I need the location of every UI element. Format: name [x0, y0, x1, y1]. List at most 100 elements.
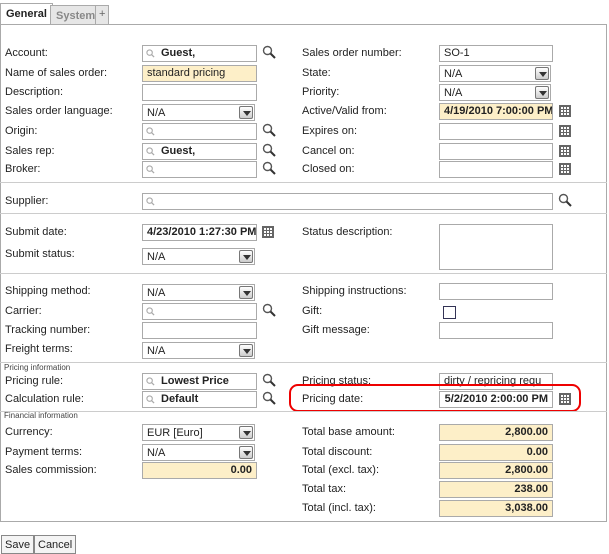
priority-label: Priority:	[302, 86, 340, 98]
calendar-icon[interactable]	[559, 145, 571, 157]
highlight-annotation	[289, 384, 581, 412]
closed-on-label: Closed on:	[302, 163, 355, 175]
chevron-down-icon	[239, 286, 253, 299]
order-number-label: Sales order number:	[302, 47, 402, 59]
freight-terms-select[interactable]: N/A	[142, 342, 255, 359]
order-number-field[interactable]: SO-1	[439, 45, 553, 62]
search-icon	[146, 307, 155, 316]
submit-date-field[interactable]: 4/23/2010 1:27:30 PM	[142, 224, 257, 241]
total-incl-label: Total (incl. tax):	[302, 502, 376, 514]
account-search-icon[interactable]	[262, 45, 276, 59]
total-tax-label: Total tax:	[302, 483, 347, 495]
closed-on-field[interactable]	[439, 161, 553, 178]
supplier-field[interactable]	[142, 193, 553, 210]
total-base-field: 2,800.00	[439, 424, 553, 441]
calendar-icon[interactable]	[262, 226, 274, 238]
submit-status-label: Submit status:	[5, 248, 75, 260]
add-tab-button[interactable]: +	[95, 5, 110, 25]
origin-label: Origin:	[5, 125, 38, 137]
carrier-field[interactable]	[142, 303, 257, 320]
status-description-field[interactable]	[439, 224, 553, 270]
tab-general[interactable]: General	[0, 3, 53, 26]
gift-message-field[interactable]	[439, 322, 553, 339]
commission-label: Sales commission:	[5, 464, 97, 476]
sales-rep-field[interactable]: Guest,	[142, 143, 257, 160]
chevron-down-icon	[239, 446, 253, 459]
account-label: Account:	[5, 47, 48, 59]
broker-search-icon[interactable]	[262, 161, 276, 175]
active-from-field[interactable]: 4/19/2010 7:00:00 PM	[439, 103, 553, 120]
search-icon	[146, 377, 155, 386]
chevron-down-icon	[535, 86, 549, 99]
payment-terms-select[interactable]: N/A	[142, 444, 255, 461]
tracking-field[interactable]	[142, 322, 257, 339]
search-icon	[146, 197, 155, 206]
calculation-rule-field[interactable]: Default	[142, 391, 257, 408]
total-base-label: Total base amount:	[302, 426, 395, 438]
chevron-down-icon	[239, 426, 253, 439]
priority-select[interactable]: N/A	[439, 84, 551, 101]
pricing-rule-field[interactable]: Lowest Price	[142, 373, 257, 390]
state-select[interactable]: N/A	[439, 65, 551, 82]
cancel-on-field[interactable]	[439, 143, 553, 160]
state-label: State:	[302, 67, 331, 79]
carrier-label: Carrier:	[5, 305, 42, 317]
commission-field[interactable]: 0.00	[142, 462, 257, 479]
save-button[interactable]: Save	[1, 535, 35, 554]
cancel-on-label: Cancel on:	[302, 145, 355, 157]
broker-label: Broker:	[5, 163, 41, 175]
search-icon	[146, 127, 155, 136]
origin-field[interactable]	[142, 123, 257, 140]
divider	[0, 182, 607, 183]
divider	[0, 273, 607, 274]
description-field[interactable]	[142, 84, 257, 101]
order-name-field[interactable]: standard pricing	[142, 65, 257, 82]
gift-checkbox[interactable]	[443, 306, 456, 319]
account-value: Guest,	[161, 47, 196, 59]
account-field[interactable]: Guest,	[142, 45, 257, 62]
payment-terms-label: Payment terms:	[5, 446, 83, 458]
cancel-button[interactable]: Cancel	[34, 535, 77, 554]
tab-system[interactable]: System	[50, 5, 102, 25]
language-select[interactable]: N/A	[142, 104, 255, 121]
expires-on-label: Expires on:	[302, 125, 358, 137]
total-incl-field: 3,038.00	[439, 500, 553, 517]
total-discount-field: 0.00	[439, 444, 553, 461]
carrier-search-icon[interactable]	[262, 303, 276, 317]
expires-on-field[interactable]	[439, 123, 553, 140]
pricing-rule-search-icon[interactable]	[262, 373, 276, 387]
total-discount-label: Total discount:	[302, 446, 373, 458]
order-name-label: Name of sales order:	[5, 67, 108, 79]
divider	[0, 213, 607, 214]
origin-search-icon[interactable]	[262, 123, 276, 137]
total-tax-field: 238.00	[439, 481, 553, 498]
calendar-icon[interactable]	[559, 105, 571, 117]
total-excl-label: Total (excl. tax):	[302, 464, 380, 476]
financial-section-title: Financial information	[4, 411, 78, 420]
submit-date-label: Submit date:	[5, 226, 67, 238]
tab-bar: General System +	[0, 3, 609, 26]
calculation-rule-search-icon[interactable]	[262, 391, 276, 405]
freight-terms-label: Freight terms:	[5, 343, 73, 355]
shipping-method-label: Shipping method:	[5, 285, 91, 297]
supplier-label: Supplier:	[5, 195, 49, 207]
pricing-rule-label: Pricing rule:	[5, 375, 64, 387]
active-from-label: Active/Valid from:	[302, 105, 387, 117]
chevron-down-icon	[239, 106, 253, 119]
search-icon	[146, 49, 155, 58]
sales-rep-label: Sales rep:	[5, 145, 55, 157]
sales-rep-search-icon[interactable]	[262, 143, 276, 157]
divider	[0, 411, 607, 412]
shipping-method-select[interactable]: N/A	[142, 284, 255, 301]
tracking-label: Tracking number:	[5, 324, 91, 336]
calendar-icon[interactable]	[559, 125, 571, 137]
chevron-down-icon	[535, 67, 549, 80]
chevron-down-icon	[239, 344, 253, 357]
shipping-instructions-field[interactable]	[439, 283, 553, 300]
broker-field[interactable]	[142, 161, 257, 178]
currency-select[interactable]: EUR [Euro]	[142, 424, 255, 441]
calendar-icon[interactable]	[559, 163, 571, 175]
pricing-section-title: Pricing information	[4, 363, 71, 372]
supplier-search-icon[interactable]	[558, 193, 572, 207]
submit-status-select[interactable]: N/A	[142, 248, 255, 265]
